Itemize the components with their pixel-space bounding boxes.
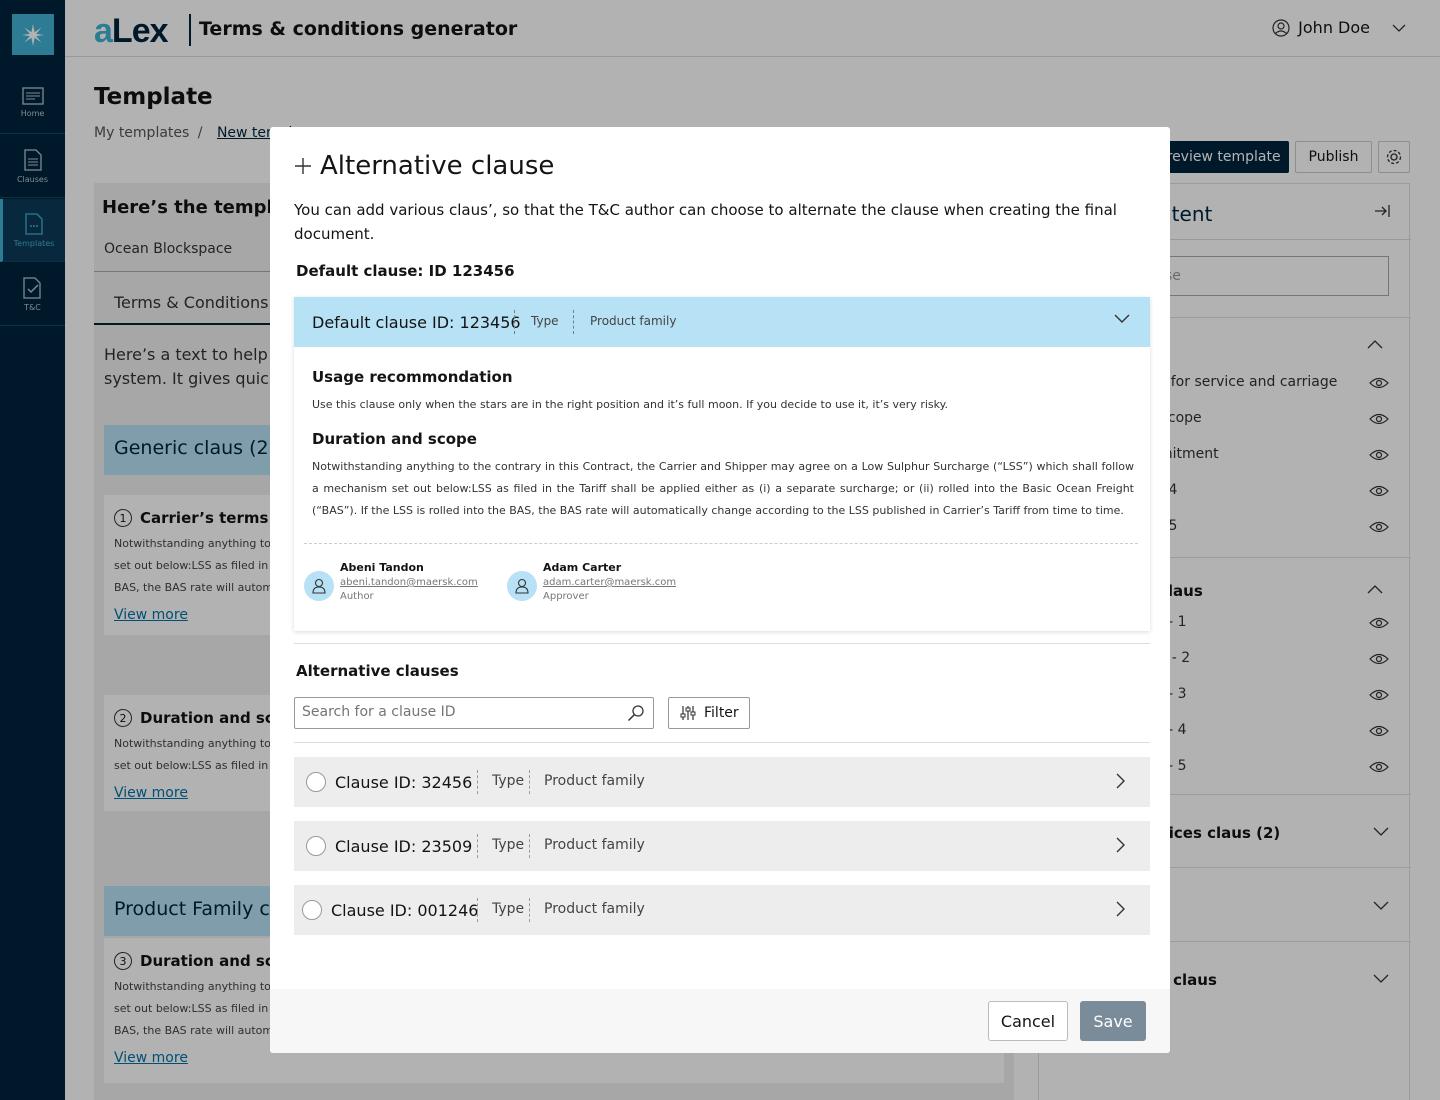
- divider: [294, 643, 1150, 644]
- avatar: [304, 571, 334, 601]
- alternative-clause-row[interactable]: Clause ID: 32456 Type Product family: [294, 757, 1150, 807]
- modal-description: You can add various claus’, so that the …: [294, 201, 1117, 243]
- chevron-right-icon[interactable]: [1116, 901, 1125, 917]
- clause-type-label: Type: [492, 901, 525, 917]
- scope-text: Notwithstanding anything to the contrary…: [312, 460, 1134, 517]
- scope-heading: Duration and scope: [312, 430, 477, 448]
- default-clause-header[interactable]: Default clause ID: 123456 Type Product f…: [294, 297, 1150, 347]
- clause-id: Clause ID: 001246: [331, 901, 479, 920]
- person-name: Abeni Tandon: [340, 561, 424, 574]
- separator: [477, 770, 478, 794]
- default-clause-id: Default clause ID: 123456: [312, 313, 521, 332]
- alternative-clause-modal: Alternative clause You can add various c…: [270, 127, 1170, 1053]
- alternative-clause-row[interactable]: Clause ID: 001246 Type Product family: [294, 885, 1150, 935]
- cancel-button[interactable]: Cancel: [988, 1001, 1068, 1041]
- filter-icon: [680, 705, 696, 721]
- clause-family: Product family: [590, 314, 677, 328]
- alternative-clause-row[interactable]: Clause ID: 23509 Type Product family: [294, 821, 1150, 871]
- clause-type-label: Type: [492, 837, 525, 853]
- clause-search-input[interactable]: [302, 704, 602, 720]
- save-button[interactable]: Save: [1080, 1001, 1146, 1041]
- user-icon: [312, 578, 326, 594]
- separator: [529, 834, 530, 858]
- avatar: [507, 571, 537, 601]
- clause-radio[interactable]: [306, 836, 326, 856]
- clause-radio[interactable]: [302, 900, 322, 920]
- clause-family: Product family: [544, 901, 645, 917]
- clause-family: Product family: [544, 773, 645, 789]
- chevron-right-icon[interactable]: [1116, 837, 1125, 853]
- search-icon[interactable]: [627, 704, 645, 722]
- divider: [304, 543, 1138, 544]
- person-email[interactable]: abeni.tandon@maersk.com: [340, 577, 478, 588]
- clause-id: Clause ID: 32456: [335, 773, 473, 792]
- usage-text: Use this clause only when the stars are …: [312, 398, 949, 411]
- filter-button[interactable]: Filter: [668, 697, 750, 729]
- default-clause-accordion: Default clause ID: 123456 Type Product f…: [294, 297, 1150, 631]
- alternative-clauses-label: Alternative clauses: [296, 662, 459, 680]
- modal-title: Alternative clause: [294, 151, 554, 181]
- clause-id: Clause ID: 23509: [335, 837, 473, 856]
- default-clause-label: Default clause: ID 123456: [296, 262, 515, 280]
- person-role: Author: [340, 591, 374, 602]
- separator: [529, 898, 530, 922]
- usage-heading: Usage recommondation: [312, 368, 513, 386]
- separator: [477, 834, 478, 858]
- separator: [573, 310, 574, 334]
- separator: [514, 310, 515, 334]
- clause-search: [294, 697, 654, 729]
- plus-icon: [294, 157, 312, 175]
- clause-type-label: Type: [531, 314, 559, 328]
- separator: [529, 770, 530, 794]
- person-role: Approver: [543, 591, 589, 602]
- approver-card: Adam Carter adam.carter@maersk.com Appro…: [507, 561, 676, 602]
- modal-title-text: Alternative clause: [320, 151, 555, 181]
- chevron-right-icon[interactable]: [1116, 773, 1125, 789]
- chevron-down-icon[interactable]: [1114, 314, 1130, 323]
- separator: [477, 898, 478, 922]
- filter-label: Filter: [704, 705, 739, 721]
- clause-type-label: Type: [492, 773, 525, 789]
- user-icon: [515, 578, 529, 594]
- modal-footer: Cancel Save: [270, 989, 1170, 1053]
- clause-radio[interactable]: [306, 772, 326, 792]
- divider: [294, 742, 1150, 743]
- clause-family: Product family: [544, 837, 645, 853]
- author-card: Abeni Tandon abeni.tandon@maersk.com Aut…: [304, 561, 478, 602]
- person-email[interactable]: adam.carter@maersk.com: [543, 577, 676, 588]
- person-name: Adam Carter: [543, 561, 622, 574]
